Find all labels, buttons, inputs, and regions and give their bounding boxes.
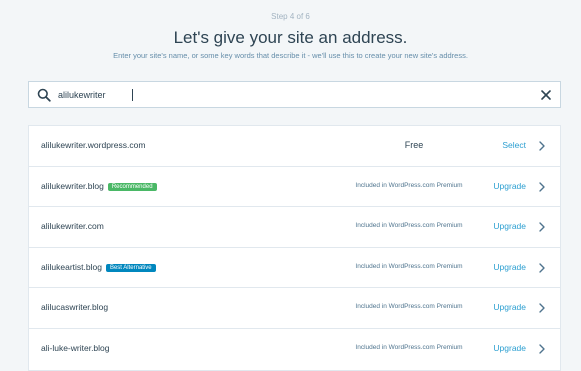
recommended-badge: Recommended xyxy=(107,182,157,191)
page-subtitle: Enter your site's name, or some key word… xyxy=(113,51,468,60)
domain-search-box xyxy=(28,81,561,108)
domain-result-row[interactable]: alilukewriter.com Included in WordPress.… xyxy=(29,207,560,248)
domain-price: Included in WordPress.com Premium xyxy=(355,222,463,230)
chevron-right-icon[interactable] xyxy=(538,221,546,233)
search-icon xyxy=(37,88,51,102)
domain-name: alilukewriter.wordpress.com xyxy=(41,140,146,150)
close-icon[interactable] xyxy=(540,89,552,101)
step-indicator: Step 4 of 6 xyxy=(271,12,310,21)
domain-price: Included in WordPress.com Premium xyxy=(355,343,463,351)
chevron-right-icon[interactable] xyxy=(538,181,546,193)
chevron-right-icon[interactable] xyxy=(538,140,546,152)
upgrade-button[interactable]: Upgrade xyxy=(493,221,526,231)
domain-results-list: alilukewriter.wordpress.com Free Select … xyxy=(28,125,561,371)
search-input[interactable] xyxy=(58,87,528,103)
domain-price: Included in WordPress.com Premium xyxy=(355,303,463,311)
upgrade-button[interactable]: Upgrade xyxy=(493,262,526,272)
chevron-right-icon[interactable] xyxy=(538,343,546,355)
chevron-right-icon[interactable] xyxy=(538,302,546,314)
domain-price: Included in WordPress.com Premium xyxy=(355,181,463,189)
text-caret xyxy=(132,89,133,101)
upgrade-button[interactable]: Upgrade xyxy=(493,181,526,191)
domain-result-row[interactable]: ali-luke-writer.blog Included in WordPre… xyxy=(29,329,560,370)
domain-name: alilukewriter.blog Recommended xyxy=(41,181,157,191)
domain-result-row[interactable]: alilucaswriter.blog Included in WordPres… xyxy=(29,288,560,329)
domain-price: Free xyxy=(404,140,424,150)
upgrade-button[interactable]: Upgrade xyxy=(493,343,526,353)
select-button[interactable]: Select xyxy=(502,140,526,150)
upgrade-button[interactable]: Upgrade xyxy=(493,302,526,312)
domain-price: Included in WordPress.com Premium xyxy=(355,262,463,270)
domain-name: ali-luke-writer.blog xyxy=(41,342,110,353)
domain-name: alilukeartist.blog Best Alternative xyxy=(41,262,156,272)
page-title: Let's give your site an address. xyxy=(173,28,408,47)
chevron-right-icon[interactable] xyxy=(538,262,546,274)
domain-result-row[interactable]: alilukewriter.blog Recommended Included i… xyxy=(29,167,560,208)
domain-result-row[interactable]: alilukeartist.blog Best Alternative Inclu… xyxy=(29,248,560,289)
domain-name: alilukewriter.com xyxy=(41,221,104,232)
domain-name: alilucaswriter.blog xyxy=(41,302,109,313)
domain-result-row[interactable]: alilukewriter.wordpress.com Free Select xyxy=(29,126,560,167)
best-alternative-badge: Best Alternative xyxy=(105,263,156,272)
